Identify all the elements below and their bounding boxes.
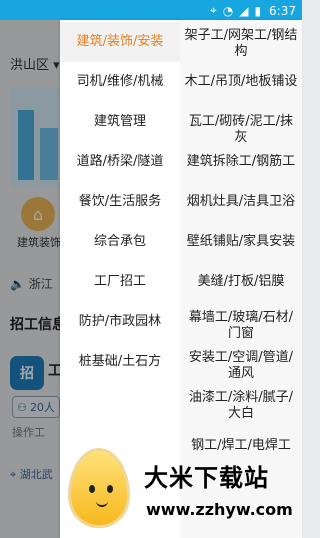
battery-icon: ▮ xyxy=(254,3,262,18)
status-time: 6:37 xyxy=(269,3,296,18)
right-item-7[interactable]: 美缝/打板/铝膜 xyxy=(180,274,302,290)
watermark-title: 大米下载站 xyxy=(144,464,269,492)
right-item-6[interactable]: 壁纸铺贴/家具安装 xyxy=(180,234,302,250)
left-item-7[interactable]: 工厂招工 xyxy=(60,262,180,302)
right-item-1[interactable]: 架子工/网架工/钢结构 xyxy=(180,28,302,60)
right-item-10[interactable]: 油漆工/涂料/腻子/大白 xyxy=(180,390,302,422)
right-item-8[interactable]: 幕墙工/玻璃/石材/门窗 xyxy=(180,310,302,342)
right-item-2[interactable]: 木工/吊顶/地板铺设 xyxy=(180,74,302,90)
right-item-9[interactable]: 安装工/空调/管道/通风 xyxy=(180,350,302,382)
left-item-4[interactable]: 道路/桥梁/隧道 xyxy=(60,142,180,182)
left-item-2[interactable]: 司机/维修/机械 xyxy=(60,62,180,102)
right-item-4[interactable]: 建筑拆除工/钢筋工 xyxy=(180,154,302,170)
watermark-logo: 大米下载站 www.zzhyw.com xyxy=(60,440,302,538)
status-icons: ⌖ ◔ ◢ ▮ 6:37 xyxy=(210,3,296,18)
signal-icon: ◢ xyxy=(239,3,249,18)
location-icon: ⌖ xyxy=(209,3,217,17)
left-item-6[interactable]: 综合承包 xyxy=(60,222,180,262)
right-item-5[interactable]: 烟机灶具/洁具卫浴 xyxy=(180,194,302,210)
watermark-url: www.zzhyw.com xyxy=(146,500,293,519)
mascot-egg-icon xyxy=(68,448,130,528)
left-item-1[interactable]: 建筑/装饰/安装 xyxy=(60,22,180,62)
left-item-8[interactable]: 防护/市政园林 xyxy=(60,302,180,342)
status-bar: ⌖ ◔ ◢ ▮ 6:37 xyxy=(0,0,302,20)
left-item-9[interactable]: 桩基础/土石方 xyxy=(60,342,180,382)
wifi-icon: ◔ xyxy=(222,3,234,18)
left-item-5[interactable]: 餐饮/生活服务 xyxy=(60,182,180,222)
right-item-3[interactable]: 瓦工/砌砖/泥工/抹灰 xyxy=(180,114,302,146)
left-item-3[interactable]: 建筑管理 xyxy=(60,102,180,142)
